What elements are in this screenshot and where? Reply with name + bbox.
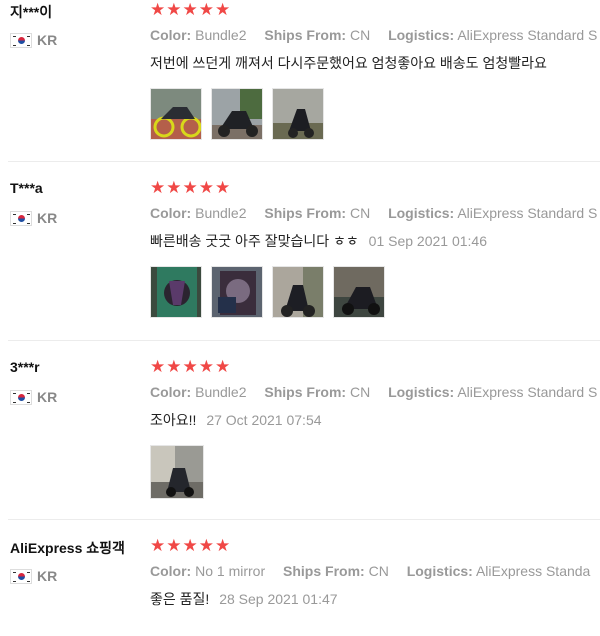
- logistics-value: AliExpress Standard S: [457, 27, 598, 43]
- ships-from-value: CN: [349, 384, 371, 400]
- reviewer-name: AliExpress 쇼핑객: [10, 540, 125, 556]
- review-text: 조아요!! 27 Oct 2021 07:54: [150, 411, 600, 429]
- ships-from-value: CN: [368, 563, 389, 579]
- color-value: No 1 mirror: [195, 563, 266, 579]
- review-photo[interactable]: [150, 88, 202, 140]
- ships-from-value: CN: [349, 205, 371, 221]
- ships-from-label: Ships From:: [264, 205, 347, 221]
- star-rating: ★★★★★: [150, 357, 232, 376]
- review-photo[interactable]: [211, 88, 263, 140]
- review-body: 빠른배송 굿굿 아주 잘맞습니다 ㅎㅎ: [150, 233, 359, 249]
- review-photo[interactable]: [272, 266, 324, 318]
- korea-flag-icon: [10, 210, 32, 226]
- divider: [8, 161, 600, 162]
- country-code: KR: [37, 389, 58, 405]
- review-item: 3***r KR ★★★★★ Color: Bundle2 Ships From…: [0, 357, 600, 517]
- logistics-value: AliExpress Standa: [475, 563, 591, 579]
- reviewer-info: 지***이 KR: [10, 2, 145, 48]
- star-rating: ★★★★★: [150, 0, 232, 19]
- ships-from-value: CN: [349, 27, 371, 43]
- reviewer-country: KR: [10, 210, 57, 226]
- review-body: 좋은 품질!: [150, 591, 210, 607]
- review-body: 저번에 쓰던게 깨져서 다시주문했어요 엄청좋아요 배송도 엄청빨라요: [150, 55, 547, 71]
- review-photos: [150, 88, 600, 140]
- sku-info: Color: No 1 mirror Ships From: CN Logist…: [150, 562, 600, 580]
- color-label: Color:: [150, 205, 192, 221]
- logistics-label: Logistics:: [388, 27, 455, 43]
- korea-flag-icon: [10, 389, 32, 405]
- review-item: T***a KR ★★★★★ Color: Bundle2 Ships From…: [0, 178, 600, 338]
- country-code: KR: [37, 568, 58, 584]
- reviewer-name: 지***이: [10, 4, 53, 20]
- sku-info: Color: Bundle2 Ships From: CN Logistics:…: [150, 383, 600, 401]
- review-photos: [150, 445, 600, 499]
- review-text: 저번에 쓰던게 깨져서 다시주문했어요 엄청좋아요 배송도 엄청빨라요: [150, 54, 600, 72]
- reviewer-info: T***a KR: [10, 180, 145, 226]
- color-label: Color:: [150, 384, 192, 400]
- color-value: Bundle2: [195, 27, 247, 43]
- review-photo[interactable]: [272, 88, 324, 140]
- korea-flag-icon: [10, 32, 32, 48]
- color-label: Color:: [150, 563, 192, 579]
- review-photo[interactable]: [150, 445, 204, 499]
- divider: [8, 519, 600, 520]
- review-item: AliExpress 쇼핑객 KR ★★★★★ Color: No 1 mirr…: [0, 536, 600, 636]
- reviewer-country: KR: [10, 32, 57, 48]
- logistics-label: Logistics:: [388, 384, 455, 400]
- review-item: 지***이 KR ★★★★★ Color: Bundle2 Ships From…: [0, 0, 600, 160]
- star-rating: ★★★★★: [150, 178, 232, 197]
- review-photo[interactable]: [211, 266, 263, 318]
- country-code: KR: [37, 210, 58, 226]
- review-date: 28 Sep 2021 01:47: [219, 591, 338, 607]
- divider: [8, 340, 600, 341]
- reviewer-country: KR: [10, 389, 57, 405]
- review-text: 좋은 품질! 28 Sep 2021 01:47: [150, 590, 600, 608]
- reviewer-info: AliExpress 쇼핑객 KR: [10, 538, 145, 584]
- ships-from-label: Ships From:: [264, 27, 347, 43]
- reviewer-name: 3***r: [10, 359, 40, 375]
- review-photo[interactable]: [333, 266, 385, 318]
- ships-from-label: Ships From:: [283, 563, 365, 579]
- review-date: 01 Sep 2021 01:46: [368, 233, 487, 249]
- logistics-value: AliExpress Standard S: [457, 384, 598, 400]
- review-body: 조아요!!: [150, 412, 197, 428]
- color-value: Bundle2: [195, 384, 247, 400]
- review-photos: [150, 266, 600, 318]
- reviewer-name: T***a: [10, 180, 43, 196]
- logistics-label: Logistics:: [406, 563, 473, 579]
- korea-flag-icon: [10, 568, 32, 584]
- review-text: 빠른배송 굿굿 아주 잘맞습니다 ㅎㅎ 01 Sep 2021 01:46: [150, 232, 600, 250]
- sku-info: Color: Bundle2 Ships From: CN Logistics:…: [150, 26, 600, 44]
- reviewer-info: 3***r KR: [10, 359, 145, 405]
- country-code: KR: [37, 32, 58, 48]
- ships-from-label: Ships From:: [264, 384, 347, 400]
- review-photo[interactable]: [150, 266, 202, 318]
- review-date: 27 Oct 2021 07:54: [206, 412, 322, 428]
- color-value: Bundle2: [195, 205, 247, 221]
- star-rating: ★★★★★: [150, 536, 232, 555]
- color-label: Color:: [150, 27, 192, 43]
- sku-info: Color: Bundle2 Ships From: CN Logistics:…: [150, 204, 600, 222]
- logistics-value: AliExpress Standard S: [457, 205, 598, 221]
- reviewer-country: KR: [10, 568, 57, 584]
- logistics-label: Logistics:: [388, 205, 455, 221]
